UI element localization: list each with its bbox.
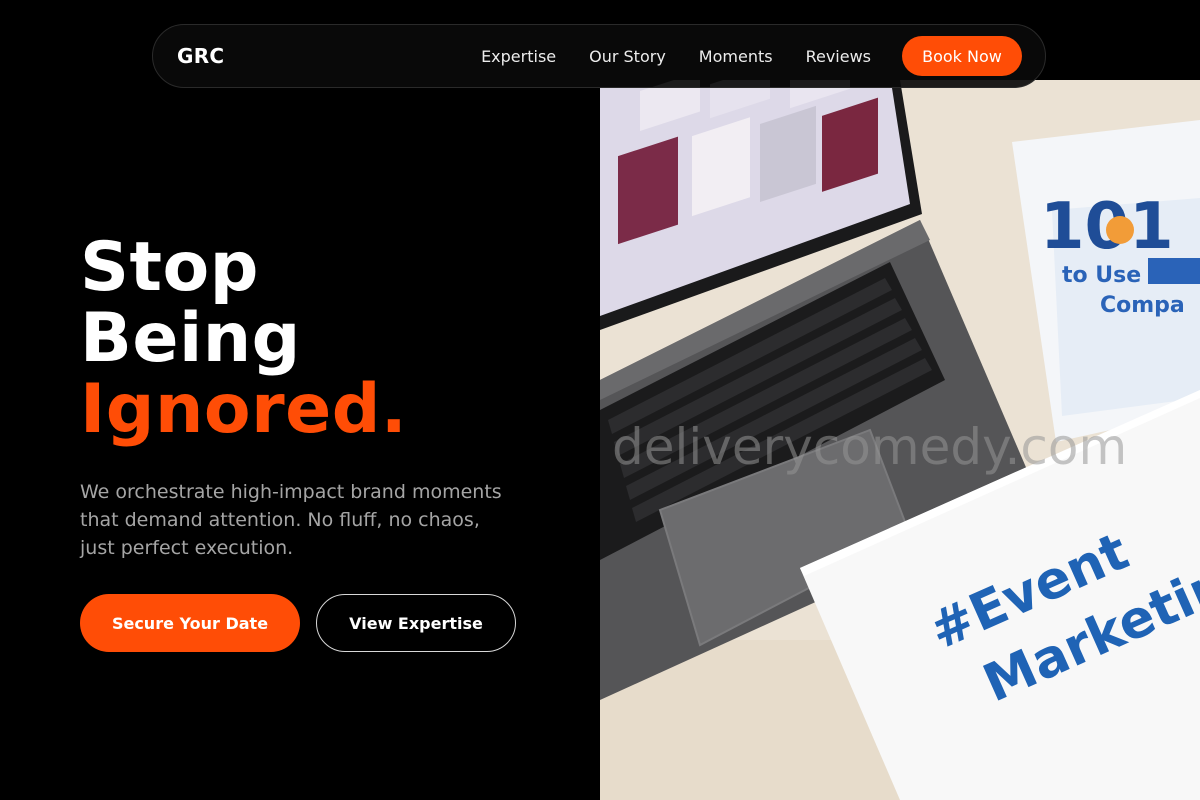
nav-link-our-story[interactable]: Our Story [589, 47, 666, 66]
book-now-button[interactable]: Book Now [902, 36, 1022, 76]
hero-cta-row: Secure Your Date View Expertise [80, 594, 580, 652]
hero-section: Stop Being Ignored. We orchestrate high-… [80, 232, 580, 652]
nav-links: Expertise Our Story Moments Reviews Book… [481, 36, 1022, 76]
hero-headline: Stop Being Ignored. [80, 232, 580, 445]
top-navbar: GRC Expertise Our Story Moments Reviews … [152, 24, 1046, 88]
secure-your-date-button[interactable]: Secure Your Date [80, 594, 300, 652]
nav-link-reviews[interactable]: Reviews [806, 47, 871, 66]
brand-logo[interactable]: GRC [177, 44, 224, 68]
booklet-line2: Compa [1100, 293, 1185, 318]
landing-page: 101 to Use Soc Compa #Event Marketing de… [0, 0, 1200, 800]
headline-line-1: Stop [80, 228, 259, 307]
nav-link-expertise[interactable]: Expertise [481, 47, 556, 66]
hero-subheadline: We orchestrate high-impact brand moments… [80, 481, 502, 559]
view-expertise-button[interactable]: View Expertise [316, 594, 516, 652]
headline-line-3-accent: Ignored. [80, 370, 408, 449]
hero-photo: 101 to Use Soc Compa #Event Marketing de… [600, 80, 1200, 800]
nav-link-moments[interactable]: Moments [699, 47, 773, 66]
headline-line-2: Being [80, 299, 301, 378]
